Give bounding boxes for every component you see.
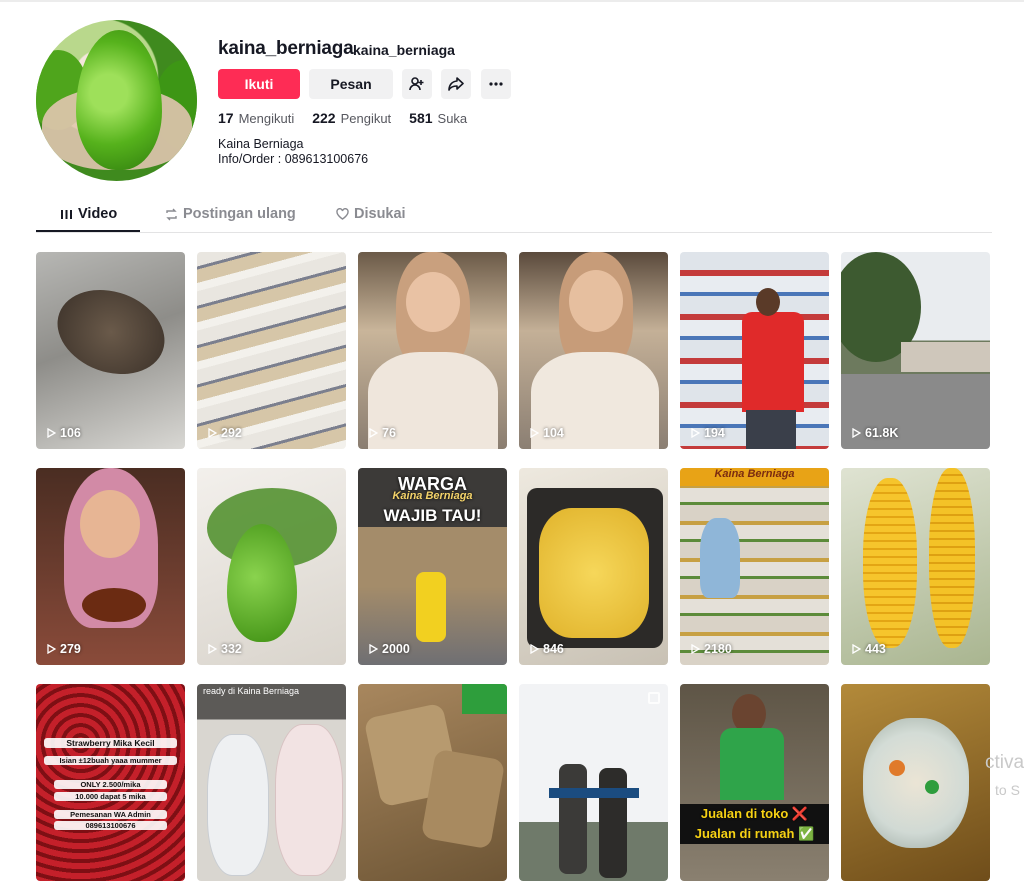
play-icon	[530, 644, 539, 654]
share-icon	[448, 77, 464, 91]
video-card[interactable]: 443	[841, 468, 990, 665]
avatar[interactable]	[36, 20, 197, 181]
top-divider	[0, 0, 1024, 2]
video-card[interactable]	[841, 684, 990, 881]
video-card[interactable]: 61.8K	[841, 252, 990, 449]
play-icon	[691, 644, 700, 654]
view-count: 106	[47, 426, 81, 440]
video-card[interactable]: 332	[197, 468, 346, 665]
play-icon	[369, 644, 378, 654]
profile-stats: 17 Mengikuti 222 Pengikut 581 Suka	[218, 110, 467, 126]
view-count: 2000	[369, 642, 410, 656]
view-count: 332	[208, 642, 242, 656]
video-card[interactable]: 106	[36, 252, 185, 449]
video-card[interactable]: 292	[197, 252, 346, 449]
video-card[interactable]: Strawberry Mika Kecil Isian ±12buah yaaa…	[36, 684, 185, 881]
video-card[interactable]: 104	[519, 252, 668, 449]
follow-button[interactable]: Ikuti	[218, 69, 300, 99]
view-count: 194	[691, 426, 725, 440]
play-icon	[852, 644, 861, 654]
video-card[interactable]	[519, 684, 668, 881]
video-card[interactable]: Jualan di toko ❌ Jualan di rumah ✅	[680, 684, 829, 881]
play-icon	[852, 428, 861, 438]
grid-icon	[61, 210, 72, 219]
profile-nickname: kaina_berniaga	[353, 42, 455, 58]
tab-reposts[interactable]: Postingan ulang	[165, 206, 296, 222]
play-icon	[47, 428, 56, 438]
message-button[interactable]: Pesan	[309, 69, 393, 99]
play-icon	[47, 644, 56, 654]
video-card[interactable]: ready di Kaina Berniaga	[197, 684, 346, 881]
watermark: to S	[995, 782, 1020, 798]
share-button[interactable]	[441, 69, 471, 99]
play-icon	[369, 428, 378, 438]
view-count: 61.8K	[852, 426, 898, 440]
play-icon	[691, 428, 700, 438]
video-card[interactable]	[358, 684, 507, 881]
play-icon	[208, 428, 217, 438]
more-button[interactable]	[481, 69, 511, 99]
view-count: 2180	[691, 642, 732, 656]
tab-liked[interactable]: Disukai	[336, 206, 406, 222]
play-icon	[208, 644, 217, 654]
active-tab-indicator	[36, 230, 140, 232]
repost-icon	[166, 208, 177, 220]
video-card[interactable]: 846	[519, 468, 668, 665]
following-stat[interactable]: 17 Mengikuti	[218, 110, 294, 126]
profile-tabs: Video Postingan ulang Disukai	[36, 200, 992, 233]
pinned-icon	[648, 692, 660, 704]
view-count: 104	[530, 426, 564, 440]
followers-stat[interactable]: 222 Pengikut	[312, 110, 391, 126]
add-user-icon	[409, 77, 424, 91]
add-friend-button[interactable]	[402, 69, 432, 99]
view-count: 279	[47, 642, 81, 656]
play-icon	[530, 428, 539, 438]
video-card[interactable]: 76	[358, 252, 507, 449]
view-count: 76	[369, 426, 396, 440]
profile-username: kaina_berniaga	[218, 38, 354, 59]
view-count: 443	[852, 642, 886, 656]
video-card[interactable]: 194	[680, 252, 829, 449]
more-icon	[489, 82, 503, 86]
profile-bio: Kaina Berniaga Info/Order : 089613100676	[218, 137, 369, 166]
likes-stat: 581 Suka	[409, 110, 468, 126]
view-count: 846	[530, 642, 564, 656]
video-card[interactable]: WARGA Kaina Berniaga WAJIB TAU! 2000	[358, 468, 507, 665]
tab-video[interactable]: Video	[60, 206, 117, 222]
view-count: 292	[208, 426, 242, 440]
watermark: ctiva	[985, 752, 1024, 773]
video-card[interactable]: 279	[36, 468, 185, 665]
video-card[interactable]: Kaina Berniaga 2180	[680, 468, 829, 665]
heart-icon	[336, 208, 349, 220]
